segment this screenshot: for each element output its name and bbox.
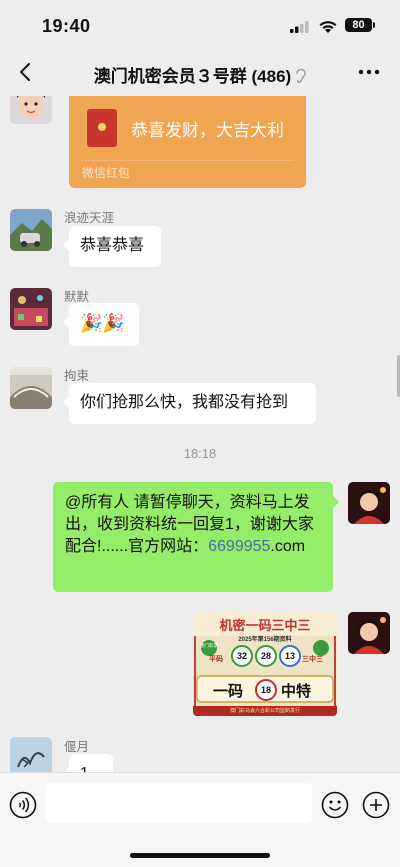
- number-ball: 13: [279, 645, 301, 667]
- sender-name: 拘束: [64, 369, 90, 383]
- message-bubble[interactable]: 你们抢那么快，我都没有抢到: [63, 383, 316, 424]
- red-packet-divider: [81, 160, 294, 161]
- battery-icon: 80: [345, 18, 375, 32]
- timestamp: 18:18: [183, 446, 217, 461]
- poster-right-label: 三中三: [302, 656, 323, 663]
- lottery-image[interactable]: 机密一码三中三 2025年第156期资料 澳门彩票 平码 32 28 13 三中…: [193, 612, 337, 716]
- website-link[interactable]: 6699955: [208, 538, 270, 555]
- my-message-bubble[interactable]: @所有人 请暂停聊天，资料马上发出，收到资料统一回复1，谢谢大家配合!.....…: [53, 482, 339, 592]
- sender-name: 浪迹天涯: [64, 211, 115, 225]
- my-avatar[interactable]: [348, 612, 390, 654]
- wifi-icon: [319, 21, 337, 33]
- plus-icon[interactable]: [362, 791, 390, 819]
- red-packet-icon: [87, 109, 117, 147]
- poster-title: 机密一码三中三: [219, 619, 311, 634]
- ear-icon: [296, 68, 306, 84]
- emoji-icon[interactable]: [321, 791, 349, 819]
- message-bubble[interactable]: 1: [63, 754, 113, 772]
- chat-title-text: 澳门机密会员３号群 (486): [93, 67, 292, 86]
- signal-icon: [290, 21, 309, 33]
- status-time: 19:40: [42, 16, 91, 36]
- poster-left-label: 平码: [209, 656, 223, 663]
- red-packet-label: 微信红包: [82, 166, 131, 180]
- avatar[interactable]: [10, 288, 52, 330]
- avatar[interactable]: [10, 209, 52, 251]
- my-avatar[interactable]: [348, 482, 390, 524]
- avatar[interactable]: [10, 737, 52, 772]
- input-bar: [0, 772, 400, 867]
- poster-footer: 澳门彩马会六合彩公司监制发行: [229, 708, 300, 714]
- number-ball: 28: [255, 645, 277, 667]
- poster-special-right: 中特: [281, 682, 312, 700]
- red-packet-text: 恭喜发财，大吉大利: [131, 121, 284, 140]
- message-input[interactable]: [46, 783, 312, 823]
- more-icon[interactable]: [356, 62, 382, 82]
- voice-icon[interactable]: [9, 791, 37, 819]
- poster-subtitle: 2025年第156期资料: [238, 637, 292, 643]
- number-ball: 32: [231, 645, 253, 667]
- website-suffix: .com: [270, 538, 306, 555]
- home-indicator: [130, 853, 270, 858]
- poster-logo: 澳门彩票: [200, 643, 218, 648]
- message-bubble[interactable]: 🎉🎉: [63, 303, 139, 346]
- avatar[interactable]: [10, 96, 52, 124]
- red-packet-card[interactable]: 恭喜发财，大吉大利 微信红包: [69, 96, 306, 188]
- chat-area[interactable]: 恭喜发财，大吉大利 微信红包 浪迹天涯 恭喜恭喜 默默 🎉🎉 拘束 你们抢那么快…: [0, 96, 400, 772]
- chat-title[interactable]: 澳门机密会员３号群 (486): [0, 62, 400, 87]
- status-bar: 19:40 80: [0, 0, 400, 50]
- sender-name: 偃月: [64, 740, 90, 754]
- avatar[interactable]: [10, 367, 52, 409]
- message-bubble[interactable]: 恭喜恭喜: [63, 226, 161, 267]
- special-number-ball: 18: [255, 679, 277, 701]
- poster-special-left: 一码: [213, 682, 244, 700]
- nav-bar: 澳门机密会员３号群 (486): [0, 50, 400, 96]
